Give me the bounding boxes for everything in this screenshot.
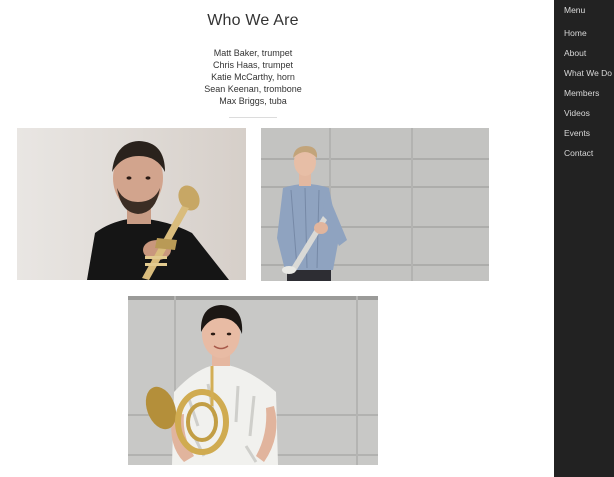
divider (229, 117, 277, 118)
nav-item-members[interactable]: Members (554, 88, 614, 108)
main-content: Who We Are Matt Baker, trumpet Chris Haa… (0, 0, 554, 477)
nav-item-home[interactable]: Home (554, 28, 614, 48)
member-list: Matt Baker, trumpet Chris Haas, trumpet … (0, 47, 506, 107)
page-title: Who We Are (207, 12, 299, 29)
nav-item-events[interactable]: Events (554, 128, 614, 148)
sidebar: Menu Home About What We Do Members Video… (554, 0, 614, 477)
member-item: Matt Baker, trumpet (213, 48, 293, 58)
member-item: Katie McCarthy, horn (211, 72, 295, 82)
nav-item-contact[interactable]: Contact (554, 148, 614, 168)
nav-item-about[interactable]: About (554, 48, 614, 68)
member-item: Sean Keenan, trombone (204, 84, 302, 94)
member-item: Max Briggs, tuba (219, 96, 287, 106)
member-photo-trumpet-portrait (17, 128, 246, 280)
nav-item-videos[interactable]: Videos (554, 108, 614, 128)
menu-label[interactable]: Menu (564, 5, 585, 15)
page: Who We Are Matt Baker, trumpet Chris Haa… (0, 0, 614, 477)
member-photo-trumpet-standing (261, 128, 489, 281)
nav-item-what-we-do[interactable]: What We Do (554, 68, 614, 88)
member-photo-horn (128, 296, 378, 465)
sidebar-nav: Home About What We Do Members Videos Eve… (554, 28, 614, 168)
member-item: Chris Haas, trumpet (212, 60, 294, 70)
